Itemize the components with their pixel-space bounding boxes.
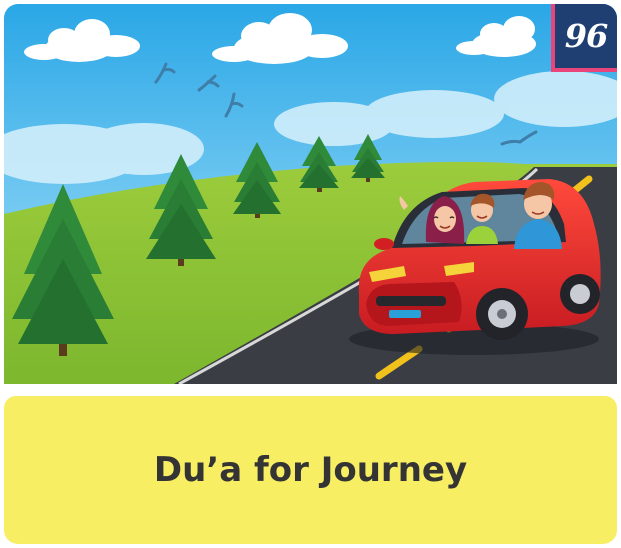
card-title: Du’a for Journey — [153, 450, 468, 490]
title-panel[interactable]: Du’a for Journey — [4, 396, 617, 544]
lesson-card[interactable]: 96 Du’a for Journey — [4, 4, 617, 544]
family-car-journey-illustration — [4, 4, 617, 384]
lesson-number-badge: 96 — [551, 4, 617, 72]
lesson-number: 96 — [564, 17, 609, 55]
